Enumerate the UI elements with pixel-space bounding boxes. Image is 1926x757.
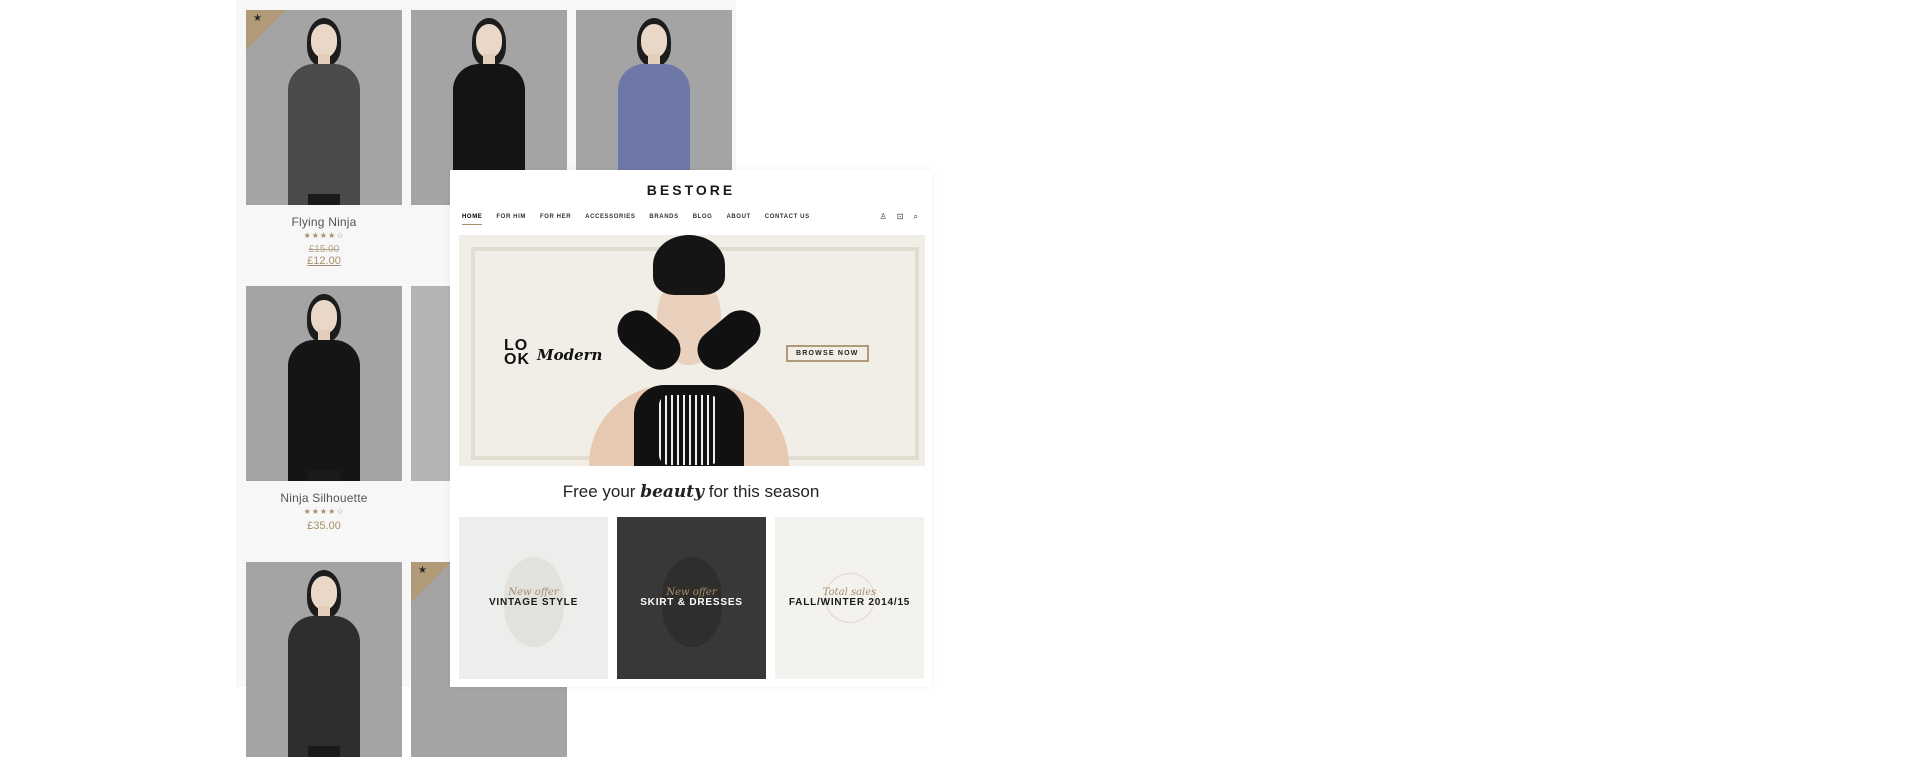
product-rating: ★★★★☆ bbox=[303, 507, 345, 516]
product-price: £12.00 bbox=[307, 255, 341, 267]
offer-title: FALL/WINTER 2014/15 bbox=[788, 597, 911, 608]
browse-now-button[interactable]: BROWSE NOW bbox=[786, 345, 869, 362]
nav-contact-us[interactable]: CONTACT US bbox=[765, 214, 810, 225]
nav-accessories[interactable]: ACCESSORIES bbox=[585, 214, 635, 225]
store-preview: BESTORE HOME FOR HIM FOR HER ACCESSORIES… bbox=[450, 170, 932, 687]
offer-skirt-dresses[interactable]: New offer SKIRT & DRESSES bbox=[617, 517, 766, 679]
cart-icon[interactable]: ⊡ bbox=[897, 212, 904, 222]
hero-banner: LO OK Modern BROWSE NOW bbox=[459, 235, 925, 466]
header-icons: ♙ ⊡ ⌕ bbox=[880, 212, 918, 222]
product-photo[interactable]: ★ bbox=[246, 10, 402, 205]
store-logo[interactable]: BESTORE bbox=[450, 182, 932, 198]
main-nav: HOME FOR HIM FOR HER ACCESSORIES BRANDS … bbox=[462, 214, 810, 225]
product-name[interactable]: Flying Ninja bbox=[246, 215, 402, 229]
nav-blog[interactable]: BLOG bbox=[693, 214, 713, 225]
product-card[interactable]: Ninja Silhouette ★★★★☆ £35.00 bbox=[246, 286, 402, 532]
offer-fall-winter[interactable]: Total sales FALL/WINTER 2014/15 bbox=[775, 517, 924, 679]
user-icon[interactable]: ♙ bbox=[880, 212, 887, 222]
nav-about[interactable]: ABOUT bbox=[726, 214, 750, 225]
product-card[interactable] bbox=[246, 562, 402, 757]
sale-badge bbox=[411, 562, 451, 602]
offer-title: SKIRT & DRESSES bbox=[640, 597, 743, 608]
hero-model-image bbox=[579, 235, 799, 466]
nav-for-her[interactable]: FOR HER bbox=[540, 214, 571, 225]
product-price: £35.00 bbox=[307, 520, 341, 532]
offer-title: VINTAGE STYLE bbox=[488, 597, 579, 608]
offer-tiles: New offer VINTAGE STYLE New offer SKIRT … bbox=[459, 517, 924, 679]
product-old-price: £15.00 bbox=[308, 244, 340, 255]
sale-badge bbox=[246, 10, 286, 50]
product-card[interactable]: ★ Flying Ninja ★★★★☆ £15.00 £12.00 bbox=[246, 10, 402, 267]
season-tagline: Free your beauty for this season bbox=[562, 482, 820, 502]
hero-look-text: LO OK bbox=[504, 337, 530, 368]
star-icon: ★ bbox=[418, 565, 427, 576]
nav-for-him[interactable]: FOR HIM bbox=[496, 214, 526, 225]
product-photo[interactable] bbox=[246, 562, 402, 757]
product-rating: ★★★★☆ bbox=[303, 231, 345, 240]
star-icon: ★ bbox=[253, 13, 262, 24]
offer-vintage-style[interactable]: New offer VINTAGE STYLE bbox=[459, 517, 608, 679]
nav-home[interactable]: HOME bbox=[462, 214, 483, 225]
nav-brands[interactable]: BRANDS bbox=[649, 214, 678, 225]
search-icon[interactable]: ⌕ bbox=[914, 212, 918, 222]
hero-modern-text: Modern bbox=[537, 346, 603, 364]
product-name[interactable]: Ninja Silhouette bbox=[246, 491, 402, 505]
product-photo[interactable] bbox=[246, 286, 402, 481]
